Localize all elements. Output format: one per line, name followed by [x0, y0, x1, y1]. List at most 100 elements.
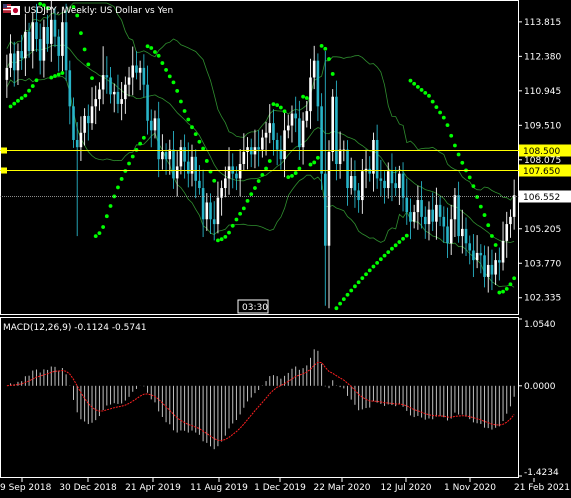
sar-dot [456, 152, 461, 157]
candle-body [42, 27, 46, 61]
candle-body [472, 250, 475, 261]
price-axis: 113.815 112.380 110.945 109.510 108.075 105.2… [519, 18, 561, 304]
candle-body [31, 22, 35, 52]
candle-body [161, 151, 164, 160]
candle-body [72, 106, 75, 140]
candle-body [235, 173, 238, 179]
candle-body [275, 139, 279, 150]
sar-dot [508, 282, 513, 287]
sar-dot [271, 102, 276, 107]
candle-body [138, 67, 142, 73]
sar-dot [27, 88, 31, 93]
sar-dot [204, 159, 209, 163]
price-tick-label: 102.335 [524, 294, 561, 304]
candle-body [283, 130, 286, 160]
sar-dot [86, 62, 91, 67]
candle-body [172, 149, 175, 179]
candle-body [246, 147, 249, 152]
candle-body [105, 75, 109, 78]
candle-body [27, 31, 31, 52]
candle-body [442, 216, 446, 227]
sar-dot [482, 213, 487, 217]
candle-body [390, 171, 394, 184]
sar-dot [56, 72, 61, 77]
sar-dot [341, 297, 346, 302]
candle-body [242, 151, 246, 165]
sar-dot [230, 223, 235, 228]
time-tick-label: 30 Dec 2018 [59, 483, 117, 493]
sar-dot [130, 154, 135, 159]
candle-body [461, 228, 464, 237]
sar-dot [238, 211, 243, 216]
sar-dot [127, 161, 131, 166]
candle-body [279, 149, 283, 160]
candle-body [57, 36, 60, 56]
candles [5, 0, 516, 309]
sar-dot [453, 143, 457, 148]
candle-body [301, 120, 305, 148]
sar-dot [371, 264, 376, 269]
candle-body [286, 125, 290, 131]
candle-body [12, 53, 16, 71]
candle-body [409, 212, 412, 222]
time-tick-label: 11 Aug 2019 [190, 483, 248, 493]
macd-signal-line [6, 361, 515, 442]
candle-body [386, 171, 390, 189]
sar-dot [219, 237, 224, 242]
candle-body [379, 178, 383, 181]
candle-body [479, 252, 483, 256]
sar-dot [164, 68, 168, 72]
sar-dot [12, 101, 17, 106]
candle-body [68, 70, 72, 107]
sar-dot [501, 289, 505, 294]
sar-dot [301, 94, 305, 99]
candle-body [420, 200, 423, 217]
candle-body [116, 91, 120, 104]
candle-body [309, 77, 312, 112]
sar-dot [82, 47, 87, 52]
sar-dot [245, 198, 250, 203]
sar-dot [193, 132, 198, 137]
sar-dot [404, 233, 409, 238]
sar-dot [504, 286, 509, 291]
candle-body [268, 123, 272, 133]
candle-body [183, 147, 186, 162]
candle-body [49, 19, 53, 44]
candle-body [98, 89, 101, 100]
candle-body [198, 180, 201, 189]
sar-dot [345, 292, 350, 297]
candle-body [201, 188, 205, 220]
candle-body [483, 255, 486, 277]
candle-body [375, 139, 379, 179]
sar-dot [97, 231, 102, 235]
symbol-flag-icon [3, 4, 20, 15]
price-tick-label: 105.205 [524, 225, 561, 235]
sar-dot [19, 96, 24, 101]
sar-dot [334, 306, 339, 311]
current-price-tag-label: 106.552 [523, 193, 560, 203]
candle-body [186, 161, 190, 174]
candle-body [305, 111, 309, 121]
sar-dot [393, 243, 398, 248]
candle-body [135, 65, 138, 73]
candle-body [423, 216, 427, 225]
candle-body [401, 173, 405, 198]
sar-dot [119, 177, 124, 181]
sar-dot [445, 123, 450, 128]
candle-body [446, 226, 449, 244]
sar-dot [478, 204, 483, 209]
sar-dot [375, 260, 380, 265]
candle-body [449, 219, 453, 244]
sar-dot [327, 57, 331, 61]
sar-dot [408, 78, 413, 83]
sar-dot [512, 276, 517, 281]
candle-body [272, 123, 275, 140]
sar-dot [253, 186, 257, 190]
sar-dot [338, 301, 343, 306]
sar-dot [216, 238, 220, 243]
candle-body [383, 180, 386, 189]
sar-dot [349, 288, 354, 293]
time-tick-label: 21 Feb 2021 [514, 483, 570, 493]
candle-body [5, 67, 9, 80]
sar-dot [101, 225, 106, 229]
